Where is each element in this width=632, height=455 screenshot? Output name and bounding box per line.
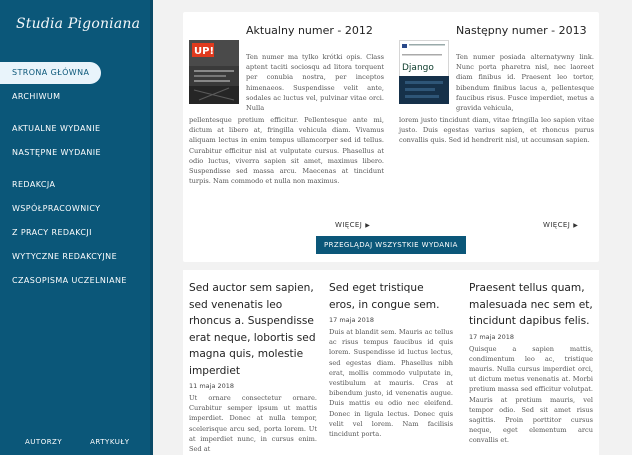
issues-panel: UP! Aktualny numer - 2012 Ten numer ma t… [183,12,599,262]
post-date: 17 maja 2018 [329,316,375,324]
nav-item-editorial-work[interactable]: Z pracy redakcji [0,222,150,244]
next-issue-cover-image[interactable]: Django [399,40,449,104]
sidebar: Studia Pigoniana Strona główna Archiwum … [0,0,153,455]
nav-item-current-issue[interactable]: Aktualne wydanie [0,118,150,140]
current-issue-description-cont: pellentesque pretium efficitur. Pellente… [189,116,384,186]
sidebar-footer: Autorzy Artykuły [25,438,130,446]
current-issue-description: Ten numer ma tylko krótki opis. Class ap… [246,53,384,113]
post-date: 11 maja 2018 [189,382,235,390]
next-issue-more-link[interactable]: więcej ▶ [543,221,578,229]
nav-item-archive[interactable]: Archiwum [0,86,150,108]
browse-all-issues-button[interactable]: Przeglądaj wszystkie wydania [316,236,466,254]
post-title[interactable]: Sed auctor sem sapien, sed venenatis leo… [189,280,317,379]
post-title[interactable]: Sed eget tristique eros, in congue sem. [329,280,453,313]
caret-right-icon: ▶ [573,222,579,229]
post-excerpt: Quisque a sapien mattis, condimentum leo… [469,344,593,445]
post-card: Sed eget tristique eros, in congue sem. … [329,280,453,439]
svg-text:UP!: UP! [194,46,214,57]
next-issue-description-cont: lorem justo tincidunt diam, vitae fringi… [399,116,594,145]
nav-item-home[interactable]: Strona główna [0,62,101,84]
footer-link-authors[interactable]: Autorzy [25,438,62,446]
nav-item-editorial-guidelines[interactable]: Wytyczne redakcyjne [0,246,150,268]
nav-item-university-journals[interactable]: Czasopisma uczelniane [0,270,150,292]
post-date: 17 maja 2018 [469,332,515,341]
nav-item-collaborators[interactable]: Współpracownicy [0,198,150,220]
post-excerpt: Duis at blandit sem. Mauris ac tellus ac… [329,328,453,439]
post-card: Sed auctor sem sapien, sed venenatis leo… [189,280,317,454]
current-issue-more-link[interactable]: więcej ▶ [335,221,370,229]
next-issue-title[interactable]: Następny numer - 2013 [456,24,587,37]
post-excerpt: Ut ornare consectetur ornare. Curabitur … [189,394,317,454]
nav-item-editorial-board[interactable]: Redakcja [0,174,150,196]
posts-panel: Sed auctor sem sapien, sed venenatis leo… [183,270,599,455]
post-card: Praesent tellus quam, malesuada nec sem … [469,280,593,446]
caret-right-icon: ▶ [365,222,371,229]
main-content: UP! Aktualny numer - 2012 Ten numer ma t… [153,0,632,455]
post-title[interactable]: Praesent tellus quam, malesuada nec sem … [469,280,593,330]
current-issue-cover-image[interactable]: UP! [189,40,239,104]
footer-link-articles[interactable]: Artykuły [90,438,129,446]
current-issue-title[interactable]: Aktualny numer - 2012 [246,24,373,37]
next-issue-description: Ten numer posiada alternatywny link. Nun… [456,53,594,113]
svg-text:Django: Django [402,63,434,73]
nav-item-next-issue[interactable]: Następne wydanie [0,142,150,164]
site-logo[interactable]: Studia Pigoniana [16,16,140,32]
